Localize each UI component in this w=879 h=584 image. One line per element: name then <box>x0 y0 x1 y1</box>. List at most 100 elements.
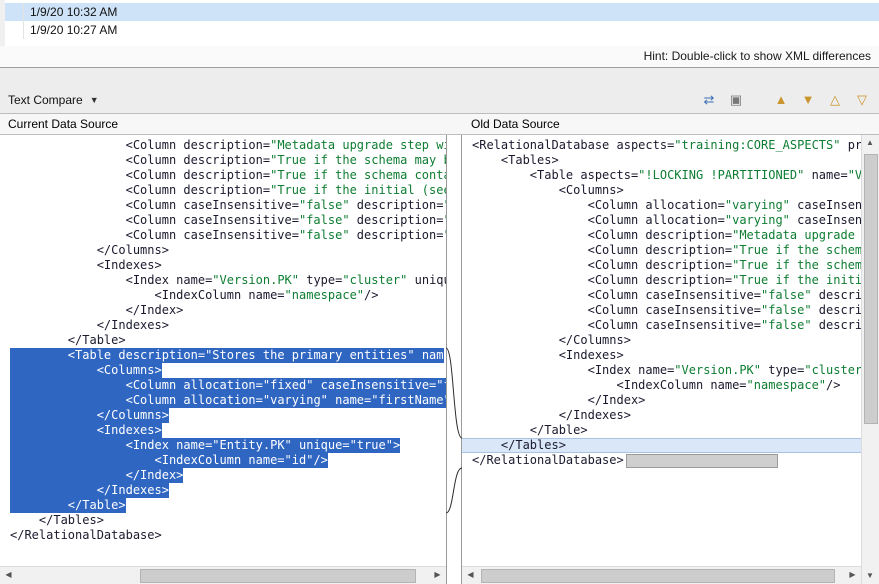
swap-panes-icon[interactable]: ⇄ <box>700 92 718 108</box>
history-row[interactable]: 1/9/20 10:27 AM <box>5 21 879 39</box>
code-token: </Table> <box>472 423 588 437</box>
code-line[interactable]: <Column description="True if the schema … <box>462 258 861 273</box>
code-line[interactable]: </Columns> <box>462 333 861 348</box>
code-line[interactable]: <Column description="Metadata upgrade st… <box>0 138 446 153</box>
code-line[interactable]: <Column caseInsensitive="false" descript… <box>0 198 446 213</box>
code-token: </Columns> <box>10 243 169 257</box>
code-token: "false" <box>299 213 350 227</box>
code-line[interactable]: </RelationalDatabase> <box>0 528 446 543</box>
code-line[interactable]: <Column allocation="fixed" caseInsensiti… <box>0 378 446 393</box>
code-line[interactable]: <Column allocation="varying" caseInsensi… <box>462 213 861 228</box>
scroll-up-arrow-icon[interactable]: ▲ <box>862 135 878 151</box>
code-line[interactable]: <Indexes> <box>462 348 861 363</box>
code-line[interactable]: <Column allocation="varying" name="first… <box>0 393 446 408</box>
code-line-text: <Column description="Metadata upgrade st… <box>472 228 861 243</box>
code-line[interactable]: <IndexColumn name="namespace"/> <box>0 288 446 303</box>
code-line[interactable]: <Columns> <box>462 183 861 198</box>
left-horizontal-scrollbar[interactable]: ◀ ▶ <box>0 566 446 584</box>
code-line[interactable]: <Column caseInsensitive="false" descript… <box>462 288 861 303</box>
code-token: <Table aspects= <box>472 168 638 182</box>
code-line-text: <Column allocation="varying" name="first… <box>10 393 446 408</box>
code-line-text: </Table> <box>472 423 588 438</box>
vertical-scrollbar[interactable]: ▲ ▼ <box>861 135 879 584</box>
right-hscroll-thumb[interactable] <box>481 569 835 583</box>
code-line[interactable]: <Indexes> <box>0 258 446 273</box>
compare-body: <Column description="Metadata upgrade st… <box>0 135 879 584</box>
left-code-editor[interactable]: <Column description="Metadata upgrade st… <box>0 135 446 566</box>
code-line[interactable]: </Indexes> <box>0 318 446 333</box>
code-token: pr <box>840 138 861 152</box>
right-horizontal-scrollbar[interactable]: ◀ ▶ <box>462 566 861 584</box>
code-line[interactable]: </Columns> <box>0 408 446 423</box>
code-line[interactable]: <Column caseInsensitive="false" descript… <box>462 318 861 333</box>
code-line[interactable]: <Column description="True if the schema … <box>0 168 446 183</box>
code-line-text: <Column description="True if the initial… <box>10 183 446 198</box>
code-token: <Column allocation= <box>10 393 263 407</box>
code-token: "Ver <box>848 168 861 182</box>
code-line[interactable]: <Index name="Version.PK" type="cluster" … <box>462 363 861 378</box>
code-line[interactable]: </Indexes> <box>0 483 446 498</box>
code-token: </Table> <box>10 498 126 512</box>
scroll-right-arrow-icon[interactable]: ▶ <box>429 567 446 583</box>
code-line[interactable]: <Index name="Version.PK" type="cluster" … <box>0 273 446 288</box>
scroll-down-arrow-icon[interactable]: ▼ <box>862 568 878 584</box>
code-token: </Index> <box>10 468 183 482</box>
sash-divider[interactable] <box>0 68 879 86</box>
code-line[interactable]: <Column description="True if the initial… <box>462 273 861 288</box>
code-line[interactable]: <Tables> <box>462 153 861 168</box>
previous-difference-icon[interactable]: ▲ <box>772 92 790 108</box>
code-line[interactable]: <Table description="Stores the primary e… <box>0 348 446 363</box>
code-line[interactable]: <RelationalDatabase aspects="training:CO… <box>462 138 861 153</box>
code-token: </Columns> <box>472 333 631 347</box>
code-line[interactable]: </Tables> <box>0 513 446 528</box>
code-line[interactable]: <Column allocation="varying" caseInsensi… <box>462 198 861 213</box>
xml-compare-editor: 1/9/20 10:32 AM 1/9/20 10:27 AM Hint: Do… <box>0 0 879 584</box>
code-line[interactable]: </RelationalDatabase> <box>462 453 861 468</box>
previous-change-icon[interactable]: △ <box>826 92 844 108</box>
code-line[interactable]: </Index> <box>0 468 446 483</box>
code-line[interactable]: </Index> <box>0 303 446 318</box>
left-hscroll-thumb[interactable] <box>140 569 416 583</box>
code-line[interactable]: <Column description="True if the initial… <box>0 183 446 198</box>
code-line[interactable]: <Column caseInsensitive="false" descript… <box>0 228 446 243</box>
scroll-left-arrow-icon[interactable]: ◀ <box>462 567 479 583</box>
code-line[interactable]: </Indexes> <box>462 408 861 423</box>
right-code-editor[interactable]: <RelationalDatabase aspects="training:CO… <box>462 135 861 566</box>
scroll-right-arrow-icon[interactable]: ▶ <box>844 567 861 583</box>
copy-all-left-to-right-icon[interactable]: ▣ <box>727 92 745 108</box>
code-line[interactable]: <Column description="Metadata upgrade st… <box>462 228 861 243</box>
code-line[interactable]: </Columns> <box>0 243 446 258</box>
code-line[interactable]: <IndexColumn name="namespace"/> <box>462 378 861 393</box>
code-line[interactable]: </Table> <box>462 423 861 438</box>
code-line[interactable]: </Table> <box>0 333 446 348</box>
code-line[interactable]: </Table> <box>0 498 446 513</box>
code-line-text: <Index name="Version.PK" type="cluster" … <box>472 363 861 378</box>
vscroll-thumb[interactable] <box>864 154 878 424</box>
scroll-left-arrow-icon[interactable]: ◀ <box>0 567 17 583</box>
code-line[interactable]: <Column caseInsensitive="false" descript… <box>462 303 861 318</box>
code-line[interactable]: </Tables> <box>462 438 861 453</box>
code-line-text: <Column caseInsensitive="false" descript… <box>10 228 446 243</box>
code-token: "True if the schema may be <box>270 153 446 167</box>
code-token: <Column caseInsensitive= <box>472 288 761 302</box>
code-line[interactable]: <Column description="True if the schema … <box>0 153 446 168</box>
code-line-text: </Indexes> <box>472 408 631 423</box>
code-line[interactable]: <Index name="Entity.PK" unique="true"> <box>0 438 446 453</box>
next-change-icon[interactable]: ▽ <box>853 92 871 108</box>
code-line[interactable]: <Columns> <box>0 363 446 378</box>
code-line-text: </Indexes> <box>10 483 169 498</box>
code-line-text: <Tables> <box>472 153 559 168</box>
code-token: <Tables> <box>472 153 559 167</box>
compare-mode-dropdown[interactable]: Text Compare ▼ <box>8 93 99 107</box>
edit-history-list: 1/9/20 10:32 AM 1/9/20 10:27 AM <box>0 0 879 46</box>
next-difference-icon[interactable]: ▼ <box>799 92 817 108</box>
code-line[interactable]: </Index> <box>462 393 861 408</box>
code-line[interactable]: <Indexes> <box>0 423 446 438</box>
code-line-text: </Index> <box>10 468 183 483</box>
code-line[interactable]: <IndexColumn name="id"/> <box>0 453 446 468</box>
code-token: /> <box>364 288 378 302</box>
code-line[interactable]: <Column description="True if the schema … <box>462 243 861 258</box>
code-line[interactable]: <Column caseInsensitive="false" descript… <box>0 213 446 228</box>
code-line[interactable]: <Table aspects="!LOCKING !PARTITIONED" n… <box>462 168 861 183</box>
history-row[interactable]: 1/9/20 10:32 AM <box>5 3 879 21</box>
